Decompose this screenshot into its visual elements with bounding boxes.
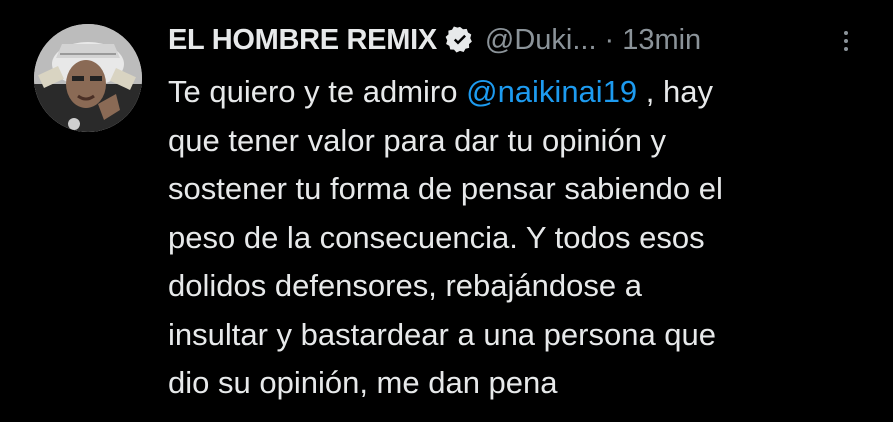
tweet-line: dio su opinión, me dan pena — [168, 365, 558, 400]
tweet-timestamp[interactable]: 13min — [622, 24, 701, 57]
tweet-header: EL HOMBRE REMIX @Duki... · 13min — [168, 18, 701, 62]
tweet-text: Te quiero y te admiro @naikinai19 , hay … — [168, 68, 868, 408]
tweet-line-text: , hay — [637, 74, 713, 109]
tweet-card: EL HOMBRE REMIX @Duki... · 13min Te quie… — [0, 0, 893, 422]
profile-avatar[interactable] — [34, 24, 142, 132]
tweet-line: dolidos defensores, rebajándose a — [168, 268, 642, 303]
verified-badge-icon — [445, 25, 475, 55]
tweet-line: insultar y bastardear a una persona que — [168, 316, 717, 352]
author-display-name[interactable]: EL HOMBRE REMIX — [168, 24, 437, 57]
author-handle[interactable]: @Duki... — [485, 24, 597, 57]
tweet-line: Te quiero y te admiro @naikinai19 , hay — [168, 68, 868, 117]
tweet-line: que tener valor para dar tu opinión y — [168, 122, 667, 158]
avatar-image — [34, 24, 142, 132]
tweet-line-text: Te quiero y te admiro — [168, 74, 467, 109]
header-separator: · — [604, 23, 615, 56]
more-vertical-icon[interactable] — [836, 26, 856, 56]
tweet-line: peso de la consecuencia. Y todos esos — [168, 219, 705, 255]
mention-link[interactable]: @naikinai19 — [466, 74, 637, 109]
tweet-line: sostener tu forma de pensar sabiendo el — [168, 171, 723, 206]
